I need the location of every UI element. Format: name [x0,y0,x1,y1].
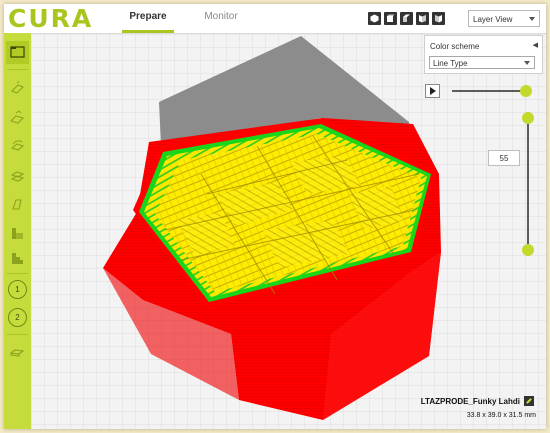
cura-logo: CURA [8,4,94,33]
layout-tool-button[interactable] [6,340,29,363]
tool-sidebar: 1 2 [4,33,31,429]
play-simulation-button[interactable] [425,84,440,98]
simulation-slider-handle[interactable] [520,85,532,97]
scale-tool-button[interactable] [6,106,29,129]
color-scheme-select[interactable]: Line Type [429,56,535,69]
layer-view-scene [31,34,546,429]
slice-layout-icon [10,349,25,357]
tab-prepare[interactable]: Prepare [122,4,174,33]
left-view-icon[interactable] [416,12,429,25]
divider [7,273,28,274]
current-layer-value: 55 [499,154,509,163]
rotate-tool-button[interactable] [6,135,29,158]
extruder-2-button[interactable]: 2 [8,308,27,327]
support-blocker-button[interactable] [6,247,29,270]
extruder-1-label: 1 [15,285,20,294]
divider [7,69,28,70]
translate-tool-button[interactable] [6,77,29,100]
tab-prepare-label: Prepare [129,11,167,22]
support-blocker-icon [12,253,23,264]
translate-icon [11,81,24,94]
color-scheme-panel: Color scheme ◀ Line Type [424,35,543,74]
extruder-2-label: 2 [15,313,20,322]
mirror-tool-button[interactable] [6,164,29,187]
scale-icon [10,110,25,124]
3d-viewport[interactable] [31,34,546,429]
divider [7,334,28,335]
support-icon [12,228,23,239]
extruder-1-button[interactable]: 1 [8,280,27,299]
object-dimensions: 33.8 x 39.0 x 31.5 mm [466,412,536,419]
collapse-icon[interactable]: ◀ [533,41,538,49]
mirror-icon [10,171,25,182]
open-file-button[interactable] [6,41,29,64]
open-file-icon [10,46,25,58]
chevron-down-icon [529,17,535,21]
per-model-settings-icon [12,199,22,210]
right-view-icon[interactable] [432,12,445,25]
view-mode-value: Layer View [473,15,513,24]
layer-slider-lower-handle[interactable] [522,244,534,256]
edit-name-icon[interactable] [524,396,534,406]
color-scheme-value: Line Type [433,59,468,68]
per-model-settings-button[interactable] [6,193,29,216]
view-mode-select[interactable]: Layer View [468,10,540,27]
tab-monitor-label: Monitor [204,11,238,22]
cura-window: CURA Prepare Monitor Layer View 1 2 Colo… [4,4,546,429]
color-scheme-label: Color scheme [430,42,480,51]
simulation-slider-track[interactable] [452,90,524,92]
top-bar: CURA Prepare Monitor Layer View [4,4,546,34]
current-layer-input[interactable]: 55 [488,150,520,166]
tab-monitor[interactable]: Monitor [196,4,246,33]
rotate-icon [10,140,25,151]
front-view-icon[interactable] [384,12,397,25]
layer-slider-track[interactable] [527,116,529,250]
object-name: LTAZPRODE_Funky Lahdi [420,397,520,406]
3d-view-icon[interactable] [368,12,381,25]
support-tool-button[interactable] [6,222,29,245]
layer-slider-upper-handle[interactable] [522,112,534,124]
top-view-icon[interactable] [400,12,413,25]
chevron-down-icon [524,61,530,65]
